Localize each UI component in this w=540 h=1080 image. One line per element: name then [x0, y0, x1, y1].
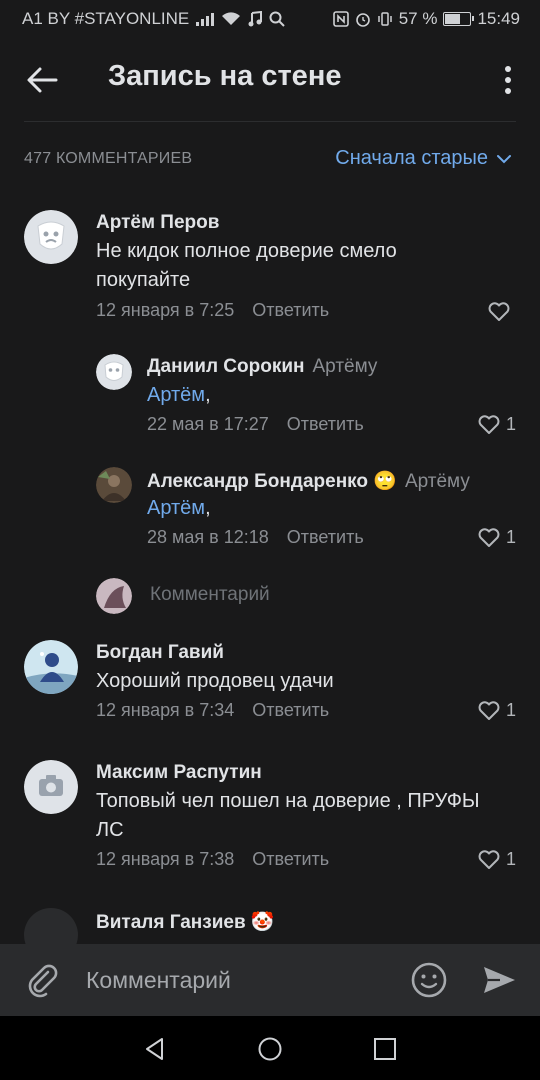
avatar[interactable]: [96, 354, 132, 390]
like-button[interactable]: 1: [478, 849, 516, 870]
heart-icon: [478, 700, 500, 720]
signal-icon: [196, 13, 215, 26]
chevron-down-icon: [497, 154, 511, 163]
mention-link[interactable]: Артём: [147, 384, 205, 406]
page-title: Запись на стене: [108, 60, 342, 92]
comment-item: Артём Перов Не кидок полное доверие смел…: [0, 210, 540, 330]
nav-home-icon[interactable]: [257, 1036, 283, 1062]
like-count: 1: [505, 527, 516, 547]
heart-icon: [488, 302, 510, 321]
comment-meta: 12 января в 7:25 Ответить: [96, 300, 329, 321]
like-button[interactable]: 1: [478, 414, 516, 435]
nav-recents-icon[interactable]: [372, 1036, 398, 1062]
vibrate-icon: [377, 12, 392, 26]
avatar[interactable]: [24, 760, 78, 814]
avatar: [96, 578, 132, 614]
like-button[interactable]: [488, 302, 516, 322]
comment-meta: 12 января в 7:34 Ответить: [96, 700, 329, 721]
avatar[interactable]: [24, 210, 78, 264]
comment-text: Артём,: [147, 494, 517, 523]
like-count: 1: [505, 414, 516, 434]
emoji-icon[interactable]: [410, 961, 448, 999]
battery-percent: 57 %: [398, 9, 438, 28]
nav-back-icon[interactable]: [142, 1036, 168, 1062]
thread-reply-placeholder: Комментарий: [150, 584, 270, 605]
comments-count: 477 КОММЕНТАРИЕВ: [24, 150, 193, 167]
comment-date: 22 мая в 17:27: [147, 414, 269, 434]
author-name[interactable]: Даниил Сорокин: [147, 356, 305, 377]
comment-date: 12 января в 7:25: [96, 300, 235, 320]
comments-list: Артём Перов Не кидок полное доверие смел…: [0, 196, 540, 944]
comment-author[interactable]: Максим Распутин: [96, 762, 262, 784]
comment-item: Богдан Гавий Хороший продовец удачи 12 я…: [0, 640, 540, 740]
toolbar: Запись на стене: [0, 38, 540, 122]
clock: 15:49: [477, 9, 520, 28]
avatar[interactable]: [24, 908, 78, 944]
header-divider: [24, 121, 516, 122]
nfc-icon: [332, 11, 349, 27]
send-icon[interactable]: [480, 961, 518, 999]
heart-icon: [478, 414, 500, 434]
reply-button[interactable]: Ответить: [287, 527, 364, 547]
comment-text-rest: ,: [205, 384, 211, 406]
like-count: 1: [505, 700, 516, 720]
reply-button[interactable]: Ответить: [287, 414, 364, 434]
comment-author[interactable]: Даниил Сорокин Артёму: [147, 356, 377, 378]
comment-meta: 28 мая в 12:18 Ответить: [147, 527, 364, 548]
sort-dropdown[interactable]: Сначала старые: [335, 147, 512, 170]
comment-text: Артём,: [147, 381, 517, 410]
avatar[interactable]: [24, 640, 78, 694]
reply-to-label: Артёму: [404, 471, 470, 492]
comment-meta: 22 мая в 17:27 Ответить: [147, 414, 364, 435]
sort-label: Сначала старые: [335, 147, 488, 169]
comment-text-rest: ,: [205, 497, 211, 519]
back-arrow-icon[interactable]: [22, 60, 62, 100]
reply-item: Даниил Сорокин Артёму Артём, 22 мая в 17:…: [0, 352, 540, 442]
comment-date: 12 января в 7:38: [96, 849, 235, 869]
comment-date: 28 мая в 12:18: [147, 527, 269, 547]
attach-paperclip-icon[interactable]: [24, 962, 60, 998]
battery-icon: [443, 12, 475, 26]
reply-item: Александр Бондаренко 🙄 Артёму Артём, 28 м…: [0, 465, 540, 555]
like-count: 1: [505, 849, 516, 869]
comment-author[interactable]: Богдан Гавий: [96, 642, 224, 664]
reply-button[interactable]: Ответить: [252, 700, 329, 720]
heart-icon: [478, 527, 500, 547]
status-bar: A1 BY #STAYONLINE 57 % 15:49: [0, 0, 540, 38]
like-button[interactable]: 1: [478, 527, 516, 548]
comment-author[interactable]: Артём Перов: [96, 212, 219, 234]
comment-author[interactable]: Александр Бондаренко 🙄 Артёму: [147, 469, 470, 493]
carrier-label: A1 BY #STAYONLINE: [22, 9, 190, 28]
comment-text: Не кидок полное доверие смело покупайте: [96, 240, 397, 291]
comment-item: Виталя Ганзиев 🤡: [0, 908, 540, 944]
thread-reply-input[interactable]: Комментарий: [96, 576, 496, 616]
music-icon: [248, 11, 263, 27]
reply-button[interactable]: Ответить: [252, 300, 329, 320]
heart-icon: [478, 849, 500, 869]
more-options-icon[interactable]: [498, 60, 518, 100]
alarm-icon: [355, 13, 370, 27]
comments-header: 477 КОММЕНТАРИЕВ Сначала старые: [0, 140, 540, 180]
wifi-icon: [222, 12, 241, 25]
avatar[interactable]: [96, 467, 132, 503]
system-nav-bar: [0, 1016, 540, 1080]
comment-text: Топовый чел пошел на доверие , ПРУФЫ ЛС: [96, 790, 480, 841]
comment-input[interactable]: Комментарий: [86, 967, 231, 994]
comment-item: Максим Распутин Топовый чел пошел на дов…: [0, 760, 540, 880]
like-button[interactable]: 1: [478, 700, 516, 721]
comment-meta: 12 января в 7:38 Ответить: [96, 849, 329, 870]
author-name[interactable]: Александр Бондаренко 🙄: [147, 471, 397, 492]
reply-button[interactable]: Ответить: [252, 849, 329, 869]
comment-author[interactable]: Виталя Ганзиев 🤡: [96, 910, 275, 934]
comment-text: Хороший продовец удачи: [96, 670, 334, 692]
reply-to-label: Артёму: [312, 356, 378, 377]
search-icon: [269, 11, 285, 27]
mention-link[interactable]: Артём: [147, 497, 205, 519]
comment-date: 12 января в 7:34: [96, 700, 235, 720]
comment-composer: Комментарий: [0, 944, 540, 1016]
